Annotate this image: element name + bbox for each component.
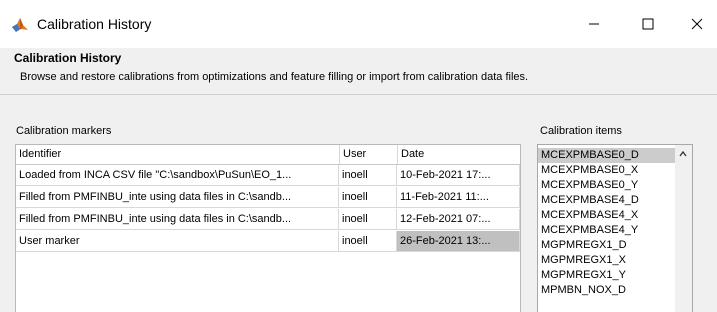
- column-header-user[interactable]: User: [339, 145, 397, 164]
- list-item[interactable]: MCEXPMBASE0_D: [538, 148, 675, 163]
- cell-user: inoell: [339, 231, 397, 252]
- window-title: Calibration History: [37, 16, 152, 32]
- column-header-identifier[interactable]: Identifier: [16, 145, 339, 164]
- calibration-markers-label: Calibration markers: [16, 125, 112, 137]
- list-item[interactable]: MCEXPMBASE4_D: [538, 193, 675, 208]
- cell-identifier: User marker: [16, 231, 339, 252]
- header-divider: [0, 94, 717, 95]
- list-item[interactable]: MCEXPMBASE4_Y: [538, 223, 675, 238]
- table-row[interactable]: Filled from PMFINBU_inte using data file…: [16, 187, 520, 209]
- chevron-up-icon[interactable]: [678, 149, 688, 159]
- calibration-items-label: Calibration items: [540, 125, 622, 137]
- cell-user: inoell: [339, 187, 397, 208]
- table-row-selected[interactable]: User marker inoell 26-Feb-2021 13:...: [16, 231, 520, 253]
- cell-date: 12-Feb-2021 07:...: [397, 209, 520, 230]
- minimize-button[interactable]: [574, 9, 614, 39]
- cell-identifier: Loaded from INCA CSV file "C:\sandbox\Pu…: [16, 165, 339, 186]
- list-item[interactable]: MCEXPMBASE0_X: [538, 163, 675, 178]
- cell-date: 11-Feb-2021 11:...: [397, 187, 520, 208]
- table-row[interactable]: Filled from PMFINBU_inte using data file…: [16, 209, 520, 231]
- page-title: Calibration History: [14, 51, 122, 65]
- cell-date: 10-Feb-2021 17:...: [397, 165, 520, 186]
- table-row[interactable]: Loaded from INCA CSV file "C:\sandbox\Pu…: [16, 165, 520, 187]
- list-item[interactable]: MGPMREGX1_X: [538, 253, 675, 268]
- cell-user: inoell: [339, 209, 397, 230]
- cell-user: inoell: [339, 165, 397, 186]
- close-button[interactable]: [677, 9, 717, 39]
- list-item[interactable]: MCEXPMBASE4_X: [538, 208, 675, 223]
- calibration-markers-table[interactable]: Identifier User Date Loaded from INCA CS…: [15, 144, 521, 312]
- list-item[interactable]: MGPMREGX1_Y: [538, 268, 675, 283]
- column-header-date[interactable]: Date: [397, 145, 520, 164]
- list-item[interactable]: MCEXPMBASE0_Y: [538, 178, 675, 193]
- list-item[interactable]: MPMBN_NOX_D: [538, 283, 675, 298]
- table-header: Identifier User Date: [16, 145, 520, 165]
- title-bar[interactable]: Calibration History: [0, 0, 717, 48]
- vertical-scrollbar[interactable]: [675, 145, 692, 312]
- matlab-app-icon: [11, 16, 29, 34]
- cell-identifier: Filled from PMFINBU_inte using data file…: [16, 209, 339, 230]
- page-description: Browse and restore calibrations from opt…: [20, 71, 529, 83]
- list-item[interactable]: MGPMREGX1_D: [538, 238, 675, 253]
- maximize-button[interactable]: [628, 9, 668, 39]
- calibration-items-list[interactable]: MCEXPMBASE0_D MCEXPMBASE0_X MCEXPMBASE0_…: [537, 144, 693, 312]
- cell-date: 26-Feb-2021 13:...: [397, 231, 520, 252]
- cell-identifier: Filled from PMFINBU_inte using data file…: [16, 187, 339, 208]
